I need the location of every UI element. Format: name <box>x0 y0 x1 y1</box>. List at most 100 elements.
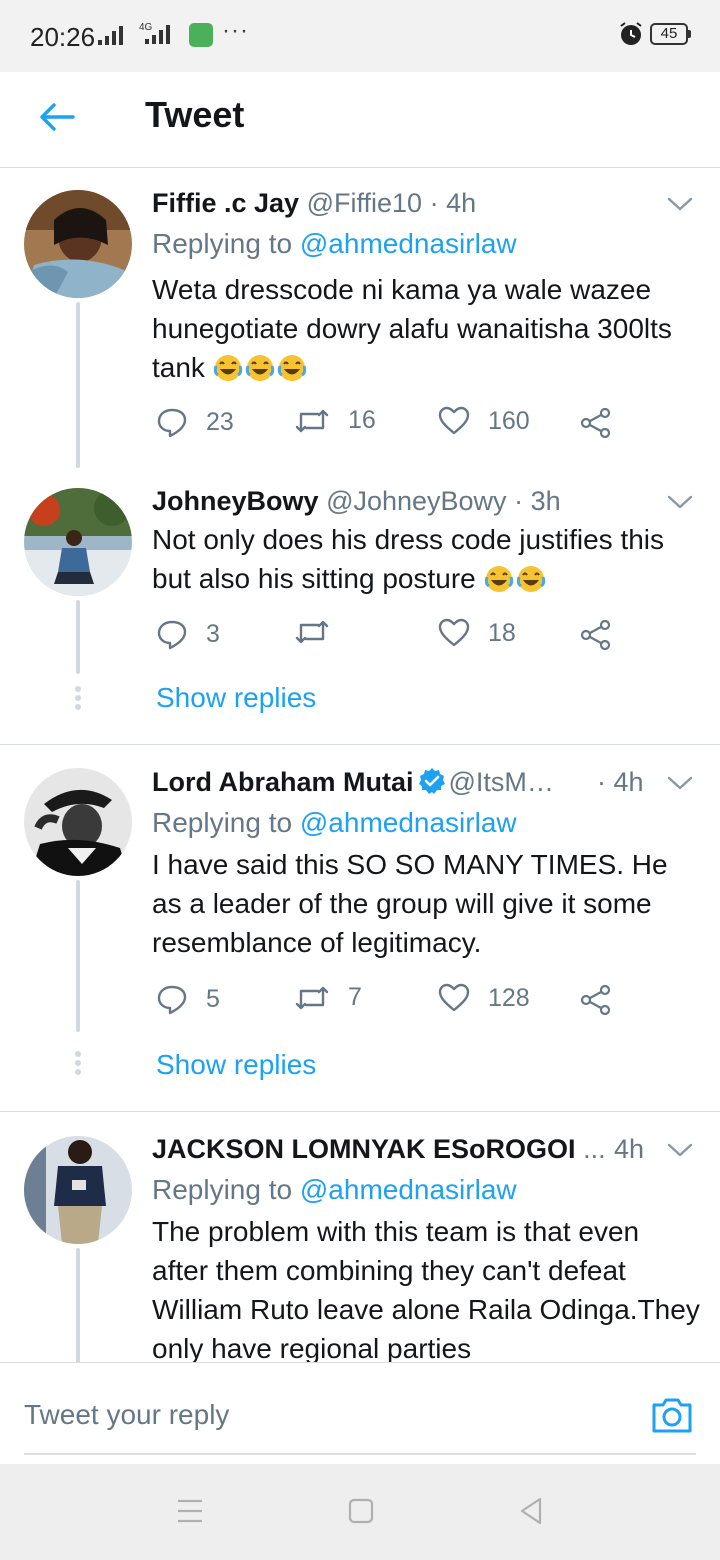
network-4g-icon: 4G <box>139 22 170 44</box>
battery-icon: 45 <box>650 23 691 45</box>
status-bar: 20:26 4G ··· 45 <box>0 0 720 72</box>
system-nav-bar <box>0 1464 720 1560</box>
tweet-time: · 3h <box>514 486 561 516</box>
show-replies-link[interactable]: Show replies <box>156 682 316 714</box>
reply-thread: Fiffie .c Jay @Fiffie10 · 4h Replying to… <box>0 168 720 745</box>
author-name[interactable]: JACKSON LOMNYAK ESoROGOI <box>152 1134 576 1164</box>
back-button[interactable] <box>34 94 80 140</box>
author-handle: @ItsM… <box>448 767 554 797</box>
tweet-time: · 4h <box>429 188 477 218</box>
author-name[interactable]: Fiffie .c Jay <box>152 188 299 218</box>
reply-input-underline <box>24 1453 696 1455</box>
like-count: 160 <box>488 406 530 435</box>
reply-count: 23 <box>206 407 234 436</box>
tweet-body: Not only does his dress code justifies t… <box>152 524 665 594</box>
reply-composer: Tweet your reply <box>0 1362 720 1464</box>
replying-to: Replying to @ahmednasirlaw <box>152 1174 517 1206</box>
share-icon[interactable] <box>580 408 612 438</box>
replying-to: Replying to @ahmednasirlaw <box>152 807 517 839</box>
laughing-emoji-icon <box>516 566 545 592</box>
alarm-icon <box>620 22 642 45</box>
reply-thread: Lord Abraham Mutai @ItsM… · 4h Replying t… <box>0 745 720 1112</box>
thread-connector-line <box>76 302 80 468</box>
replying-to-handle[interactable]: @ahmednasirlaw <box>300 228 517 259</box>
laughing-emoji-icon <box>277 355 306 381</box>
avatar[interactable] <box>24 488 132 596</box>
menu-icon[interactable] <box>176 1498 204 1524</box>
like-button[interactable]: 128 <box>438 983 530 1013</box>
thread-more-dots <box>74 1051 82 1078</box>
reply-icon <box>157 985 187 1015</box>
signal-icon <box>98 26 123 45</box>
avatar[interactable] <box>24 1136 132 1244</box>
author-name[interactable]: JohneyBowy <box>152 486 319 516</box>
laughing-emoji-icon <box>484 566 513 592</box>
reply-thread: JACKSON LOMNYAK ESoROGOI ... 4h Replying… <box>0 1112 720 1362</box>
retweet-button[interactable] <box>294 618 348 646</box>
tweet-header: Lord Abraham Mutai @ItsM… <box>152 767 554 798</box>
tweet-header: JACKSON LOMNYAK ESoROGOI ... <box>152 1134 606 1165</box>
avatar[interactable] <box>24 190 132 298</box>
replying-to-label: Replying to <box>152 228 300 259</box>
like-count: 128 <box>488 983 530 1012</box>
reply-input[interactable]: Tweet your reply <box>24 1399 229 1431</box>
like-icon <box>438 406 470 435</box>
reply-button[interactable]: 5 <box>156 983 220 1015</box>
like-icon <box>438 618 470 647</box>
author-handle: @Fiffie10 <box>306 188 423 218</box>
replying-to: Replying to @ahmednasirlaw <box>152 228 517 260</box>
like-button[interactable]: 18 <box>438 618 516 648</box>
chevron-down-icon[interactable] <box>666 773 694 793</box>
more-notifications-icon: ··· <box>222 17 249 44</box>
tweet-header: Fiffie .c Jay @Fiffie10 · 4h <box>152 188 476 219</box>
thread-connector-line <box>76 600 80 674</box>
like-count: 18 <box>488 618 516 647</box>
thread-more-dots <box>74 686 82 713</box>
like-icon <box>438 983 470 1012</box>
tweet-time: 4h <box>614 1134 645 1164</box>
top-app-bar: Tweet <box>0 72 720 168</box>
replying-to-label: Replying to <box>152 1174 300 1205</box>
share-icon[interactable] <box>580 985 612 1015</box>
reply-count: 5 <box>206 984 220 1013</box>
reply-icon <box>157 620 187 650</box>
chevron-down-icon[interactable] <box>666 1140 694 1160</box>
author-handle: @JohneyBowy <box>326 486 507 516</box>
retweet-button[interactable]: 7 <box>294 983 362 1012</box>
retweet-count: 7 <box>348 983 362 1011</box>
reply-button[interactable]: 3 <box>156 618 220 650</box>
tweet-text: The problem with this team is that even … <box>152 1216 700 1362</box>
tweet-text: I have said this SO SO MANY TIMES. He as… <box>152 849 668 958</box>
reply-icon <box>157 408 187 438</box>
verified-icon <box>418 768 445 794</box>
avatar[interactable] <box>24 768 132 876</box>
reply-button[interactable]: 23 <box>156 406 234 438</box>
svg-text:4G: 4G <box>139 22 153 33</box>
author-handle: ... <box>583 1134 606 1164</box>
like-button[interactable]: 160 <box>438 406 530 436</box>
replying-to-handle[interactable]: @ahmednasirlaw <box>300 807 517 838</box>
show-replies-link[interactable]: Show replies <box>156 1049 316 1081</box>
tweet-time: · 4h <box>597 767 644 797</box>
laughing-emoji-group <box>484 563 548 594</box>
chevron-down-icon[interactable] <box>666 194 694 214</box>
back-arrow-icon <box>40 103 75 131</box>
laughing-emoji-icon <box>245 355 274 381</box>
author-name[interactable]: Lord Abraham Mutai <box>152 767 414 797</box>
camera-icon[interactable] <box>650 1395 694 1435</box>
laughing-emoji-icon <box>213 355 242 381</box>
share-icon[interactable] <box>580 620 612 650</box>
retweet-icon <box>295 620 329 644</box>
replying-to-handle[interactable]: @ahmednasirlaw <box>300 1174 517 1205</box>
chevron-down-icon[interactable] <box>666 492 694 512</box>
whatsapp-icon <box>189 23 213 47</box>
laughing-emoji-group <box>213 352 309 383</box>
retweet-icon <box>295 409 329 432</box>
back-icon[interactable] <box>518 1496 544 1526</box>
replying-to-label: Replying to <box>152 807 300 838</box>
reply-thread-list[interactable]: Fiffie .c Jay @Fiffie10 · 4h Replying to… <box>0 168 720 1362</box>
home-icon[interactable] <box>348 1498 374 1524</box>
retweet-button[interactable]: 16 <box>294 406 376 435</box>
thread-connector-line <box>76 1248 80 1362</box>
tweet-text: Not only does his dress code justifies t… <box>152 520 700 598</box>
